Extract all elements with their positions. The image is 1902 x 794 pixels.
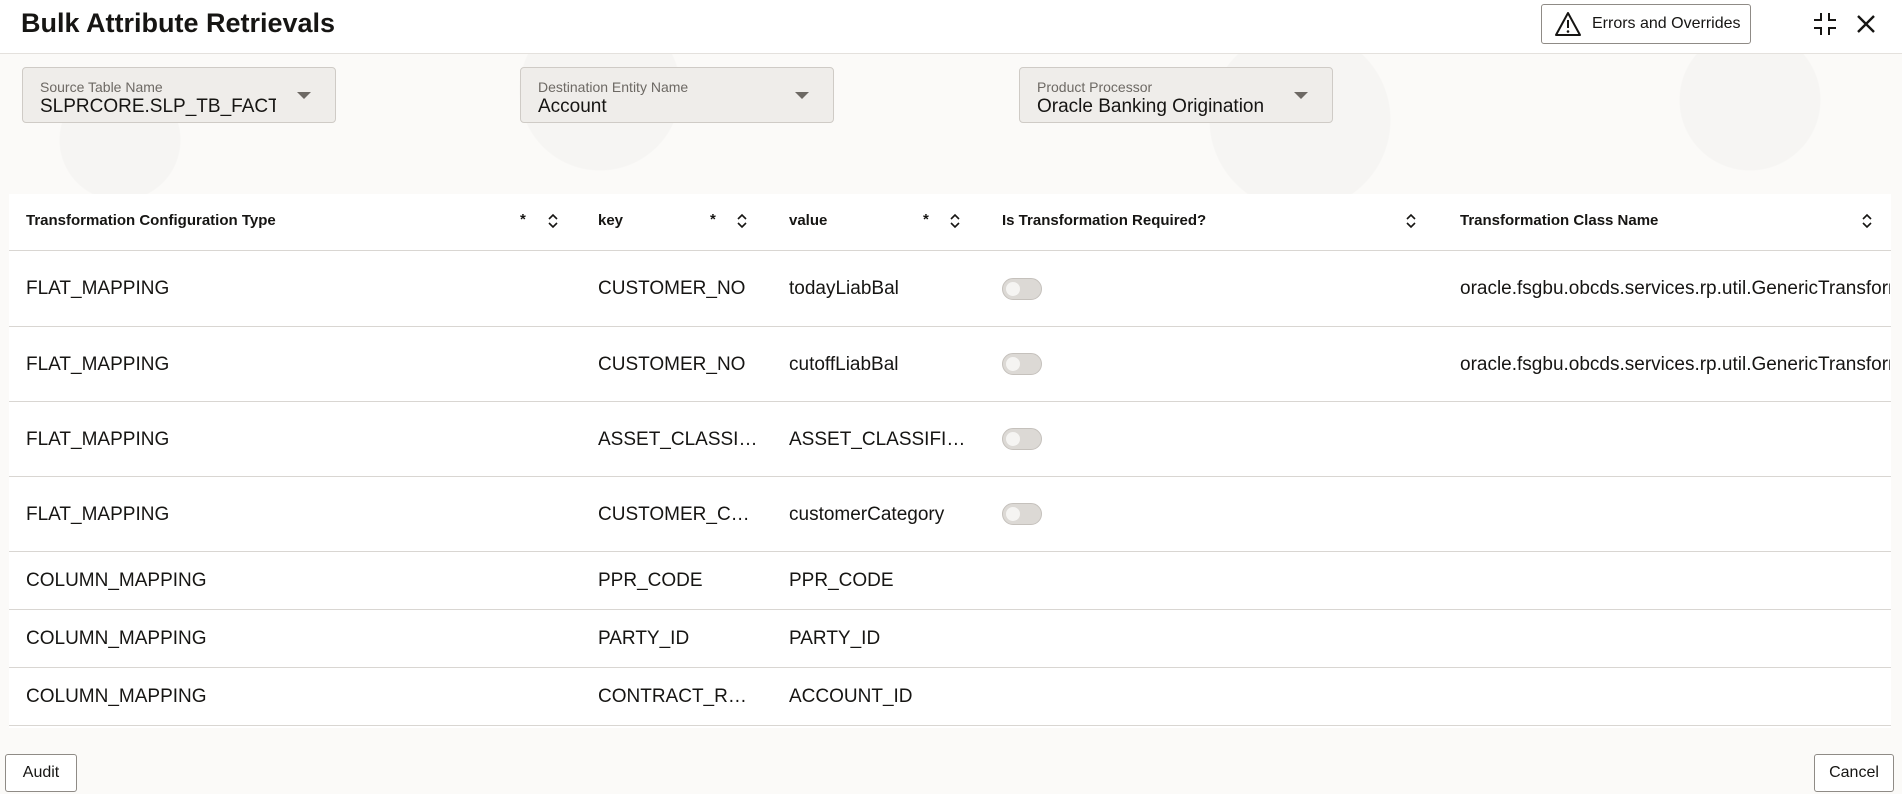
toggle-knob [1006,357,1020,371]
cell-type: FLAT_MAPPING [26,429,170,450]
table-row[interactable]: COLUMN_MAPPING CONTRACT_REF... ACCOUNT_I… [9,668,1891,726]
cell-type: FLAT_MAPPING [26,354,170,375]
cell-class-name: oracle.fsgbu.obcds.services.rp.util.Gene… [1460,354,1890,375]
cell-type: FLAT_MAPPING [26,504,170,525]
cell-type: COLUMN_MAPPING [26,628,207,649]
sort-icon[interactable] [547,212,559,230]
cell-value: ASSET_CLASSIFICA... [789,429,969,450]
field-label: Product Processor [1037,79,1153,95]
cell-key: CONTRACT_REF... [598,686,758,707]
table-row[interactable]: FLAT_MAPPING CUSTOMER_NO todayLiabBal or… [9,251,1891,327]
column-header-transformation-type: Transformation Configuration Type [26,212,276,229]
cell-key: CUSTOMER_CAT... [598,504,758,525]
cell-key: ASSET_CLASSIFI... [598,429,758,450]
toggle-knob [1006,432,1020,446]
collapse-icon[interactable] [1811,10,1839,38]
table-row[interactable]: COLUMN_MAPPING PARTY_ID PARTY_ID [9,610,1891,668]
cell-value: ACCOUNT_ID [789,686,913,707]
cell-value: todayLiabBal [789,278,899,299]
table-row[interactable]: FLAT_MAPPING ASSET_CLASSIFI... ASSET_CLA… [9,402,1891,477]
required-marker: * [710,211,716,228]
field-value: Oracle Banking Origination [1037,96,1265,117]
errors-button-label: Errors and Overrides [1592,15,1741,32]
cell-value: customerCategory [789,504,945,525]
required-marker: * [923,211,929,228]
field-label: Source Table Name [40,79,163,95]
attribute-table: Transformation Configuration Type * key … [9,194,1891,728]
cell-class-name: oracle.fsgbu.obcds.services.rp.util.Gene… [1460,278,1890,299]
cell-key: PPR_CODE [598,570,703,591]
field-value: Account [538,96,607,117]
column-header-transformation-required: Is Transformation Required? [1002,212,1207,229]
page-header: Bulk Attribute Retrievals Errors and Ove… [0,0,1902,54]
field-label: Destination Entity Name [538,79,689,95]
transformation-required-toggle[interactable] [1002,353,1042,375]
table-row[interactable]: FLAT_MAPPING CUSTOMER_CAT... customerCat… [9,477,1891,552]
required-marker: * [520,211,526,228]
cell-type: COLUMN_MAPPING [26,686,207,707]
cell-key: CUSTOMER_NO [598,354,746,375]
audit-button[interactable]: Audit [5,754,77,792]
cancel-button[interactable]: Cancel [1814,754,1894,792]
chevron-down-icon [1294,92,1308,99]
toggle-knob [1006,507,1020,521]
cell-key: PARTY_ID [598,628,690,649]
page-title: Bulk Attribute Retrievals [21,8,336,38]
chevron-down-icon [297,92,311,99]
transformation-required-toggle[interactable] [1002,278,1042,300]
cell-type: COLUMN_MAPPING [26,570,207,591]
chevron-down-icon [795,92,809,99]
warning-icon [1555,12,1581,36]
sort-icon[interactable] [1405,212,1417,230]
table-row[interactable]: FLAT_MAPPING CUSTOMER_NO cutoffLiabBal o… [9,327,1891,402]
column-header-transformation-class: Transformation Class Name [1460,212,1659,229]
transformation-required-toggle[interactable] [1002,503,1042,525]
transformation-required-toggle[interactable] [1002,428,1042,450]
column-header-key: key [598,212,624,229]
cell-type: FLAT_MAPPING [26,278,170,299]
field-value: SLPRCORE.SLP_TB_FACT_CH [40,96,276,117]
cell-value: PPR_CODE [789,570,894,591]
close-icon[interactable] [1853,11,1879,37]
cell-value: PARTY_ID [789,628,881,649]
table-row[interactable]: COLUMN_MAPPING PPR_CODE PPR_CODE [9,552,1891,610]
sort-icon[interactable] [736,212,748,230]
errors-and-overrides-button[interactable]: Errors and Overrides [1541,4,1751,44]
sort-icon[interactable] [1861,212,1873,230]
table-header: Transformation Configuration Type * key … [9,194,1891,251]
cell-value: cutoffLiabBal [789,354,899,375]
column-header-value: value [789,212,828,229]
destination-entity-name-select[interactable]: Destination Entity Name Account [520,67,834,123]
product-processor-select[interactable]: Product Processor Oracle Banking Origina… [1019,67,1333,123]
cell-key: CUSTOMER_NO [598,278,746,299]
toggle-knob [1006,282,1020,296]
source-table-name-select[interactable]: Source Table Name SLPRCORE.SLP_TB_FACT_C… [22,67,336,123]
sort-icon[interactable] [949,212,961,230]
